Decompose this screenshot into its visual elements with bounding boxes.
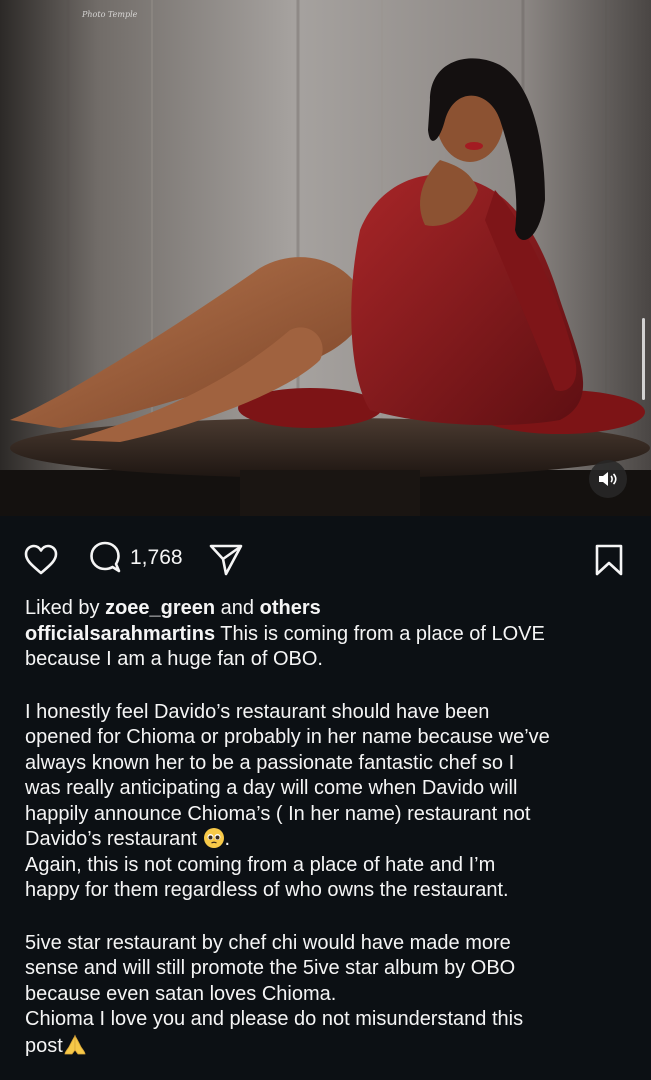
caption-text: opened for Chioma or probably in her nam… <box>25 726 550 748</box>
scroll-indicator <box>642 318 645 400</box>
caption-text: Davido’s restaurant <box>25 828 203 850</box>
comment-button[interactable] <box>86 540 124 578</box>
caption-text: because even satan loves Chioma. <box>25 982 337 1005</box>
caption-text: because I am a huge fan of OBO. <box>25 648 323 670</box>
paper-plane-icon <box>209 544 243 576</box>
caption-text: Again, this is not coming from a place o… <box>25 853 496 876</box>
speaker-icon <box>599 472 617 486</box>
caption-text: 5ive star restaurant by chef chi would h… <box>25 931 511 954</box>
photographer-watermark: Photo Temple <box>82 10 138 19</box>
liked-by-others[interactable]: others <box>260 597 321 619</box>
caption-text: happy for them regardless of who owns th… <box>25 879 509 901</box>
post-action-bar: 1,768 <box>0 520 651 596</box>
like-button[interactable] <box>22 542 60 578</box>
caption-text: This is coming from a place of LOVE <box>215 622 545 645</box>
liked-by-user[interactable]: zoee_green <box>105 597 215 619</box>
photo-illustration <box>0 0 651 516</box>
caption-text: I honestly feel Davido’s restaurant shou… <box>25 700 490 723</box>
caption-text: post <box>25 1034 63 1057</box>
post-photo[interactable]: Photo Temple <box>0 0 651 516</box>
caption-text: sense and will still promote the 5ive st… <box>25 957 516 979</box>
sound-toggle-button[interactable] <box>589 460 627 498</box>
folded-hands-emoji <box>64 1034 86 1054</box>
comment-bubble-icon <box>90 541 121 573</box>
caption-text: always known her to be a passionate fant… <box>25 751 515 774</box>
caption-username[interactable]: officialsarahmartins <box>25 623 215 645</box>
liked-by-line[interactable]: Liked by zoee_green and others <box>25 596 625 622</box>
bookmark-icon <box>595 544 623 576</box>
share-button[interactable] <box>207 542 245 578</box>
liked-by-prefix: Liked by <box>25 597 106 619</box>
pleading-face-emoji <box>203 828 224 848</box>
caption-text: Chioma I love you and please do not misu… <box>25 1008 524 1030</box>
save-button[interactable] <box>592 542 626 578</box>
caption-text: . <box>224 828 231 850</box>
liked-by-middle: and <box>215 597 260 619</box>
caption-text: happily announce Chioma’s ( In her name)… <box>25 802 531 825</box>
caption-text: was really anticipating a day will come … <box>25 777 518 799</box>
post-caption: Liked by zoee_green and others officials… <box>25 596 625 1059</box>
heart-icon <box>24 544 58 575</box>
comment-count[interactable]: 1,768 <box>130 546 183 570</box>
